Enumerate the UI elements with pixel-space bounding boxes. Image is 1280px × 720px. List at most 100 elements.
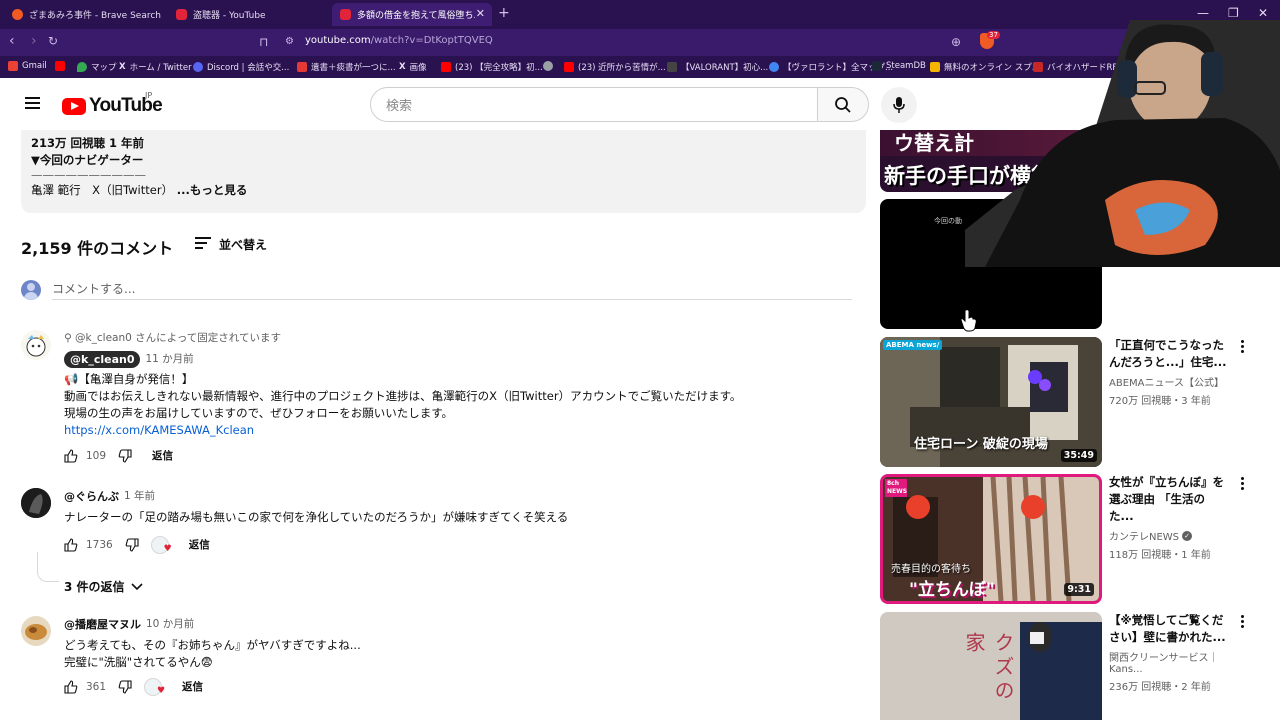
channel-name[interactable]: 関西クリーンサービス｜Kans... [1109, 649, 1229, 675]
search-icon [835, 96, 851, 113]
search-button[interactable] [817, 87, 869, 122]
comment-actions: 1736 返信 [64, 536, 844, 558]
bookmark-item[interactable] [543, 61, 553, 71]
description-line: 亀澤 範行 X（旧Twitter） ...もっと見る [31, 183, 248, 197]
bookmark-images[interactable]: X 画像 [399, 61, 427, 73]
site-info-icon[interactable]: ⚙ [285, 36, 294, 47]
add-comment-input[interactable]: コメントする... [52, 280, 852, 300]
show-more-button[interactable]: ...もっと見る [177, 183, 248, 197]
bookmark-item[interactable]: (23) 【完全攻略】初... [441, 61, 543, 73]
zoom-icon[interactable]: ⊕ [951, 35, 961, 49]
video-title[interactable]: 【※覚悟してご覧ください】壁に書かれた... [1109, 612, 1229, 646]
comment-author[interactable]: @ぐらんぶ [64, 488, 119, 505]
comment-text: ナレーターの「足の踏み場も無いこの家で何を浄化していたのだろうか」が嫌味すぎてく… [64, 510, 569, 524]
video-title[interactable]: 女性が『立ちんぼ』を選ぶ理由 「生活のた... [1109, 474, 1229, 525]
more-actions-icon[interactable] [1239, 615, 1245, 629]
avatar[interactable] [21, 330, 51, 360]
avatar[interactable] [21, 488, 51, 518]
comment-link[interactable]: https://x.com/KAMESAWA_Kclean [64, 422, 844, 439]
comments-header: 2,159 件のコメント [21, 235, 173, 259]
forward-icon[interactable]: › [31, 33, 37, 49]
bookmark-icon[interactable]: ⊓ [259, 35, 268, 49]
bookmark-item[interactable]: 遺書＋痰書が一つに... [297, 61, 396, 73]
bookmark-twitter[interactable]: X ホーム / Twitter [119, 61, 192, 73]
avatar[interactable] [21, 616, 51, 646]
view-replies-button[interactable]: 3 件の返信 [64, 578, 143, 595]
creator-heart-icon [144, 678, 165, 700]
dislike-icon[interactable] [118, 449, 132, 463]
more-actions-icon[interactable] [1239, 340, 1245, 354]
description-rule: —————————— [31, 168, 146, 182]
bookmark-item[interactable]: (23) 近所から苦情が... [564, 61, 666, 73]
minimize-icon[interactable]: — [1197, 6, 1209, 20]
channel-name[interactable]: ABEMAニュース【公式】 [1109, 374, 1229, 389]
comment-body: ⚲ @k_clean0 さんによって固定されています @k_clean0 11 か… [64, 330, 844, 465]
like-count: 361 [86, 680, 107, 693]
globe-icon [769, 62, 779, 72]
more-actions-icon[interactable] [1239, 477, 1245, 491]
bookmark-maps[interactable]: マップ [77, 61, 117, 73]
comment-time[interactable]: 10 か月前 [146, 616, 194, 633]
verified-icon: ✓ [1182, 530, 1193, 541]
creator-heart-icon [150, 536, 172, 558]
comment-text: 📢【亀澤自身が発信！】 動画ではお伝えしきれない最新情報や、進行中のプロジェクト… [64, 371, 844, 439]
bookmark-steamdb[interactable]: SteamDB [872, 61, 926, 71]
url-path: /watch?v=DtKoptTQVEQ [370, 35, 493, 46]
brave-search-icon [12, 9, 23, 20]
video-info[interactable]: 女性が『立ちんぼ』を選ぶ理由 「生活のた... カンテレNEWS ✓ 118万 回… [1109, 474, 1229, 561]
dislike-icon[interactable] [125, 538, 139, 552]
streamer-webcam-image [965, 20, 1280, 267]
maximize-icon[interactable]: ❐ [1228, 6, 1239, 20]
close-tab-icon[interactable]: ✕ [476, 7, 485, 20]
thumbnail-caption: クズの家 [962, 632, 1015, 704]
comment-time[interactable]: 11 か月前 [145, 351, 193, 368]
comment-actions: 109 返信 [64, 447, 844, 465]
reply-button[interactable]: 返信 [182, 679, 203, 696]
video-info[interactable]: 「正直何でこうなったんだろうと...」住宅... ABEMAニュース【公式】 7… [1109, 337, 1229, 407]
reply-button[interactable]: 返信 [189, 537, 210, 554]
close-window-icon[interactable]: ✕ [1258, 6, 1268, 20]
bookmark-gmail[interactable]: Gmail [8, 61, 47, 71]
view-stats: 213万 回視聴 1 年前 [31, 136, 145, 150]
menu-icon[interactable] [25, 97, 40, 109]
search-input[interactable]: 検索 [370, 87, 818, 122]
sort-button[interactable]: 並べ替え [195, 236, 267, 253]
bookmark-discord[interactable]: Discord | 会話や交... [193, 61, 289, 73]
video-duration: 9:31 [1064, 583, 1094, 596]
video-thumbnail[interactable]: ABEMA news/ 住宅ローン 破綻の現場 35:49 [880, 337, 1102, 467]
like-icon[interactable] [64, 449, 78, 463]
channel-badge: ABEMA news/ [883, 340, 943, 350]
back-icon[interactable]: ‹ [9, 33, 15, 49]
tab-youtube-tapping[interactable]: 盗聴器 - YouTube [168, 3, 328, 26]
like-icon[interactable] [64, 680, 78, 694]
region-label: JP [145, 91, 153, 100]
youtube-icon [55, 61, 65, 71]
voice-search-button[interactable] [881, 87, 917, 123]
new-tab-button[interactable]: + [498, 5, 510, 21]
reload-icon[interactable]: ↻ [48, 34, 58, 48]
video-thumbnail[interactable]: 8ch NEWS 売春目的の客待ち "立ちんぼ" 9:31 [880, 474, 1102, 604]
dislike-icon[interactable] [118, 680, 132, 694]
comment-count: 2,159 件のコメント [21, 239, 174, 258]
x-logo-icon: X [399, 62, 406, 72]
reply-button[interactable]: 返信 [152, 448, 173, 465]
comment-author[interactable]: @播磨屋マヌル [64, 616, 141, 633]
comment-time[interactable]: 1 年前 [124, 488, 155, 505]
pin-icon: ⚲ [64, 332, 72, 344]
bookmark-youtube[interactable] [55, 61, 65, 71]
video-thumbnail[interactable]: クズの家 [880, 612, 1102, 720]
channel-name[interactable]: カンテレNEWS ✓ [1109, 528, 1229, 543]
tab-brave-search[interactable]: ざまあみろ事件 - Brave Search [4, 3, 164, 26]
bookmark-icon [297, 62, 307, 72]
tab-youtube-active[interactable]: 多額の借金を抱えて風俗堕ち...20 ✕ [332, 3, 492, 26]
bookmark-item[interactable]: 【VALORANT】初心... [667, 61, 768, 73]
youtube-icon [564, 62, 574, 72]
video-info[interactable]: 【※覚悟してご覧ください】壁に書かれた... 関西クリーンサービス｜Kans..… [1109, 612, 1229, 693]
like-icon[interactable] [64, 538, 78, 552]
youtube-icon [340, 9, 351, 20]
comment-author[interactable]: @k_clean0 [64, 351, 141, 368]
description-box[interactable]: 213万 回視聴 1 年前 ▼今回のナビゲーター —————————— 亀澤 範… [21, 130, 866, 213]
webcam-overlay [965, 20, 1280, 267]
video-title[interactable]: 「正直何でこうなったんだろうと...」住宅... [1109, 337, 1229, 371]
url-field[interactable]: youtube.com/watch?v=DtKoptTQVEQ [305, 35, 493, 46]
